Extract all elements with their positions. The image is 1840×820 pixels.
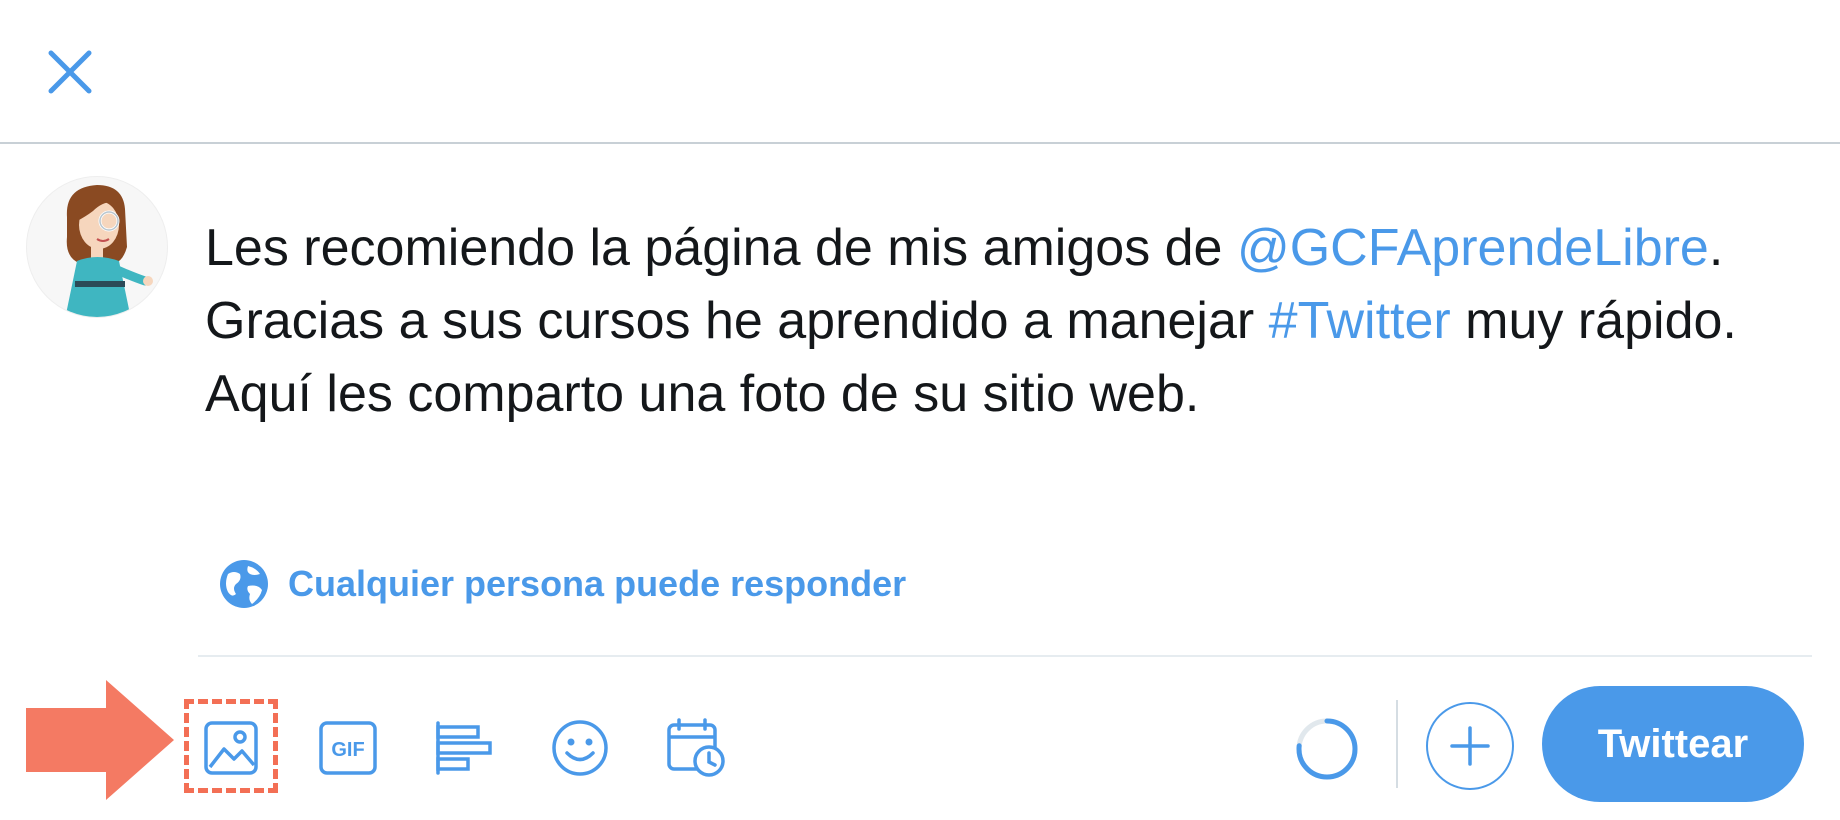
plus-icon	[1450, 726, 1490, 766]
globe-icon	[220, 560, 268, 608]
poll-icon	[436, 721, 492, 775]
tweet-button[interactable]: Twittear	[1542, 686, 1804, 802]
reply-setting-button[interactable]: Cualquier persona puede responder	[218, 556, 906, 612]
avatar-illustration	[65, 185, 153, 317]
toolbar-separator	[1396, 700, 1398, 788]
gif-label: GIF	[331, 739, 364, 761]
mention-link[interactable]: @GCFAprendeLibre	[1237, 219, 1709, 277]
tweet-text-segment: muy rápido.	[1450, 292, 1737, 350]
add-emoji-button[interactable]	[548, 716, 612, 780]
avatar[interactable]	[26, 176, 168, 318]
close-button[interactable]	[40, 42, 100, 102]
hashtag-link[interactable]: #Twitter	[1269, 292, 1451, 350]
add-thread-button[interactable]	[1426, 702, 1514, 790]
gif-icon: GIF	[319, 721, 377, 775]
tweet-textarea[interactable]: Les recomiendo la página de mis amigos d…	[205, 212, 1815, 431]
tweet-line-2: Gracias a sus cursos he aprendido a mane…	[205, 285, 1815, 358]
arrow-annotation	[26, 680, 174, 800]
schedule-button[interactable]	[664, 716, 728, 780]
tweet-text-segment: .	[1708, 219, 1724, 277]
character-count-ring	[1296, 718, 1358, 780]
compose-tweet-dialog: Les recomiendo la página de mis amigos d…	[0, 0, 1840, 820]
reply-setting-label: Cualquier persona puede responder	[288, 563, 907, 604]
add-gif-button[interactable]: GIF	[316, 716, 380, 780]
image-icon	[204, 721, 258, 775]
divider	[198, 655, 1812, 657]
add-poll-button[interactable]	[432, 716, 496, 780]
tweet-text-segment: Gracias a sus cursos he aprendido a mane…	[205, 292, 1269, 350]
tweet-line-3: Aquí les comparto una foto de su sitio w…	[205, 365, 1200, 423]
close-icon	[48, 50, 92, 94]
dialog-header	[0, 0, 1840, 144]
tweet-line-1: Les recomiendo la página de mis amigos d…	[205, 212, 1815, 285]
emoji-icon	[552, 720, 608, 776]
tweet-text-segment: Les recomiendo la página de mis amigos d…	[205, 219, 1237, 277]
schedule-icon	[667, 718, 725, 777]
add-image-button[interactable]	[199, 716, 263, 780]
